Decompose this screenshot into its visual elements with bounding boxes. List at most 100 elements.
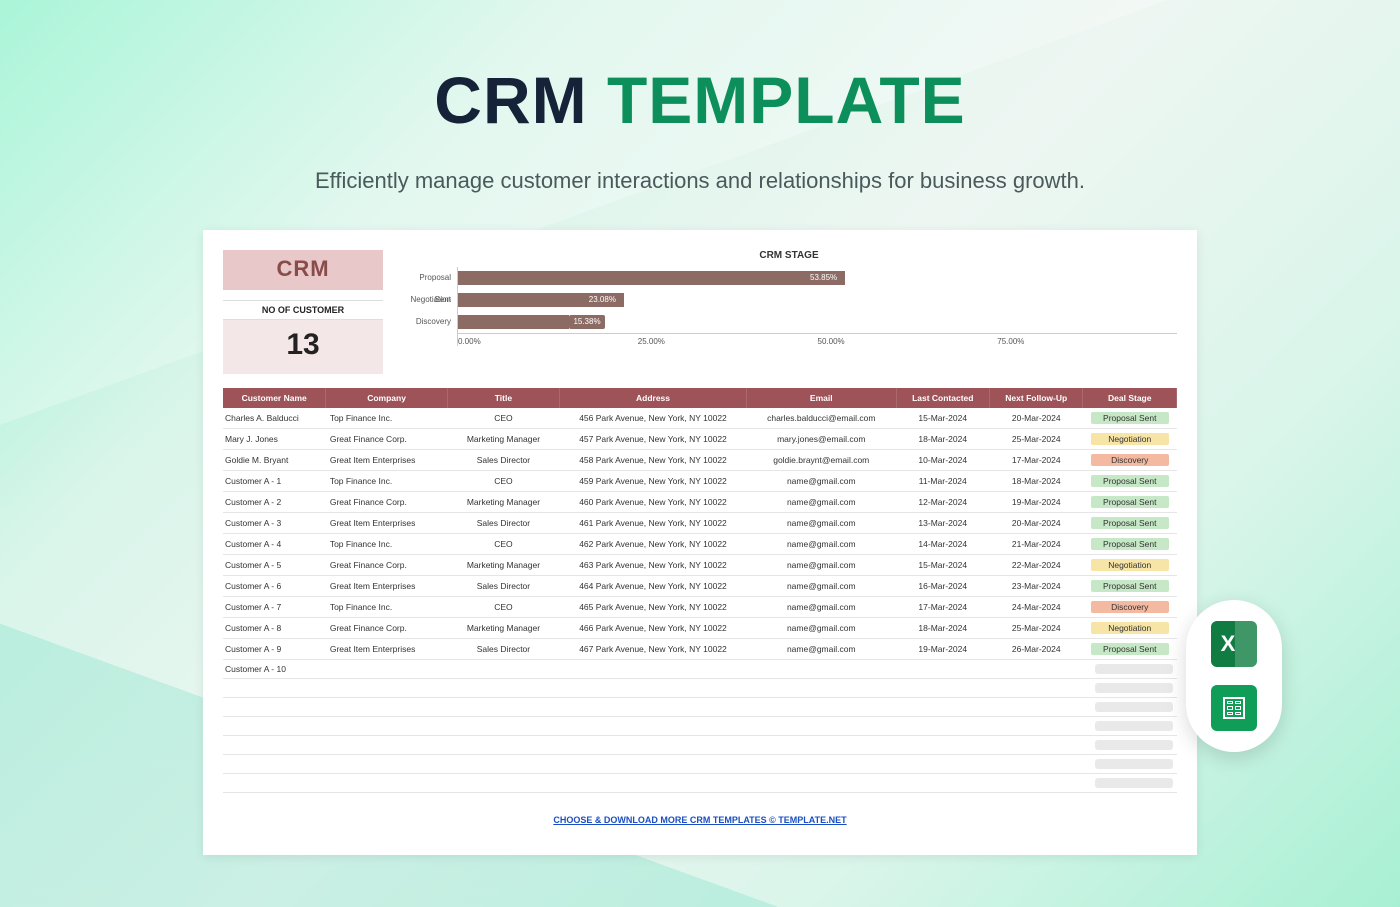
deal-stage-cell: [1083, 736, 1177, 755]
table-cell: [746, 698, 896, 717]
table-cell: 460 Park Avenue, New York, NY 10022: [560, 492, 747, 513]
table-cell: Great Item Enterprises: [326, 450, 448, 471]
table-header-cell: Last Contacted: [896, 388, 989, 408]
table-cell: name@gmail.com: [746, 555, 896, 576]
placeholder-cell: [1095, 759, 1173, 769]
table-cell: [223, 717, 326, 736]
table-cell: Sales Director: [447, 513, 559, 534]
deal-stage-badge: Proposal Sent: [1091, 643, 1169, 655]
table-cell: 461 Park Avenue, New York, NY 10022: [560, 513, 747, 534]
table-cell: Marketing Manager: [447, 555, 559, 576]
table-cell: 462 Park Avenue, New York, NY 10022: [560, 534, 747, 555]
table-cell: [223, 755, 326, 774]
table-cell: Goldie M. Bryant: [223, 450, 326, 471]
table-cell: Customer A - 6: [223, 576, 326, 597]
chart-bar: 53.85%: [458, 271, 845, 285]
table-cell: [447, 698, 559, 717]
deal-stage-badge: Proposal Sent: [1091, 496, 1169, 508]
google-sheets-icon[interactable]: [1211, 685, 1257, 731]
chart-bar: 15.38%: [458, 315, 569, 329]
table-cell: Customer A - 2: [223, 492, 326, 513]
deal-stage-badge: Proposal Sent: [1091, 580, 1169, 592]
table-cell: 456 Park Avenue, New York, NY 10022: [560, 408, 747, 429]
table-cell: Sales Director: [447, 639, 559, 660]
table-cell: Customer A - 4: [223, 534, 326, 555]
table-cell: name@gmail.com: [746, 513, 896, 534]
page-subtitle: Efficiently manage customer interactions…: [0, 168, 1400, 194]
table-cell: Top Finance Inc.: [326, 534, 448, 555]
table-row: [223, 755, 1177, 774]
table-cell: [447, 736, 559, 755]
table-cell: 14-Mar-2024: [896, 534, 989, 555]
table-cell: [990, 774, 1083, 793]
table-cell: [746, 736, 896, 755]
table-cell: [223, 774, 326, 793]
table-cell: goldie.braynt@email.com: [746, 450, 896, 471]
table-cell: [326, 698, 448, 717]
table-cell: 15-Mar-2024: [896, 555, 989, 576]
table-cell: 25-Mar-2024: [990, 618, 1083, 639]
table-cell: [326, 717, 448, 736]
table-cell: 18-Mar-2024: [896, 618, 989, 639]
table-row: [223, 774, 1177, 793]
table-cell: Top Finance Inc.: [326, 471, 448, 492]
deal-stage-cell: Proposal Sent: [1083, 534, 1177, 555]
placeholder-cell: [1095, 740, 1173, 750]
table-cell: 466 Park Avenue, New York, NY 10022: [560, 618, 747, 639]
table-cell: 26-Mar-2024: [990, 639, 1083, 660]
table-cell: [560, 755, 747, 774]
table-cell: 12-Mar-2024: [896, 492, 989, 513]
table-header-cell: Company: [326, 388, 448, 408]
deal-stage-cell: Proposal Sent: [1083, 513, 1177, 534]
footer-link[interactable]: CHOOSE & DOWNLOAD MORE CRM TEMPLATES © T…: [223, 815, 1177, 825]
table-cell: [990, 717, 1083, 736]
table-cell: [746, 774, 896, 793]
table-cell: 18-Mar-2024: [896, 429, 989, 450]
table-cell: [990, 698, 1083, 717]
crm-box-title: CRM: [223, 250, 383, 290]
table-row: [223, 717, 1177, 736]
table-header-cell: Title: [447, 388, 559, 408]
table-cell: 17-Mar-2024: [990, 450, 1083, 471]
chart-bars: 53.85%23.08%15.38% 0.00%25.00%50.00%75.0…: [457, 267, 1177, 346]
deal-stage-badge: Discovery: [1091, 454, 1169, 466]
table-cell: Sales Director: [447, 450, 559, 471]
table-cell: Customer A - 8: [223, 618, 326, 639]
crm-stage-chart: CRM STAGE Proposal SentNegotiationDiscov…: [401, 250, 1177, 346]
table-cell: [990, 679, 1083, 698]
table-cell: 17-Mar-2024: [896, 597, 989, 618]
table-cell: Customer A - 9: [223, 639, 326, 660]
table-cell: 467 Park Avenue, New York, NY 10022: [560, 639, 747, 660]
chart-x-tick: 25.00%: [638, 337, 818, 346]
table-cell: Customer A - 1: [223, 471, 326, 492]
chart-category-label: Negotiation: [401, 289, 457, 311]
table-cell: 21-Mar-2024: [990, 534, 1083, 555]
deal-stage-cell: Negotiation: [1083, 429, 1177, 450]
deal-stage-cell: [1083, 774, 1177, 793]
table-header-cell: Next Follow-Up: [990, 388, 1083, 408]
chart-x-tick: 75.00%: [997, 337, 1177, 346]
placeholder-cell: [1095, 664, 1173, 674]
table-cell: 10-Mar-2024: [896, 450, 989, 471]
table-cell: [560, 736, 747, 755]
table-row: Goldie M. BryantGreat Item EnterprisesSa…: [223, 450, 1177, 471]
crm-customer-count: 13: [223, 320, 383, 374]
table-cell: 464 Park Avenue, New York, NY 10022: [560, 576, 747, 597]
table-cell: 457 Park Avenue, New York, NY 10022: [560, 429, 747, 450]
table-cell: Top Finance Inc.: [326, 597, 448, 618]
table-cell: Great Item Enterprises: [326, 576, 448, 597]
spreadsheet-preview: CRM NO OF CUSTOMER 13 CRM STAGE Proposal…: [203, 230, 1197, 855]
table-row: Customer A - 9Great Item EnterprisesSale…: [223, 639, 1177, 660]
table-row: Customer A - 1Top Finance Inc.CEO459 Par…: [223, 471, 1177, 492]
table-cell: Sales Director: [447, 576, 559, 597]
excel-icon[interactable]: X: [1211, 621, 1257, 667]
table-row: Mary J. JonesGreat Finance Corp.Marketin…: [223, 429, 1177, 450]
page-title: CRM TEMPLATE: [434, 62, 965, 138]
deal-stage-cell: [1083, 679, 1177, 698]
table-row: [223, 736, 1177, 755]
table-header-cell: Address: [560, 388, 747, 408]
chart-bar: 23.08%: [458, 293, 624, 307]
table-cell: Top Finance Inc.: [326, 408, 448, 429]
table-cell: Great Finance Corp.: [326, 618, 448, 639]
placeholder-cell: [1095, 721, 1173, 731]
